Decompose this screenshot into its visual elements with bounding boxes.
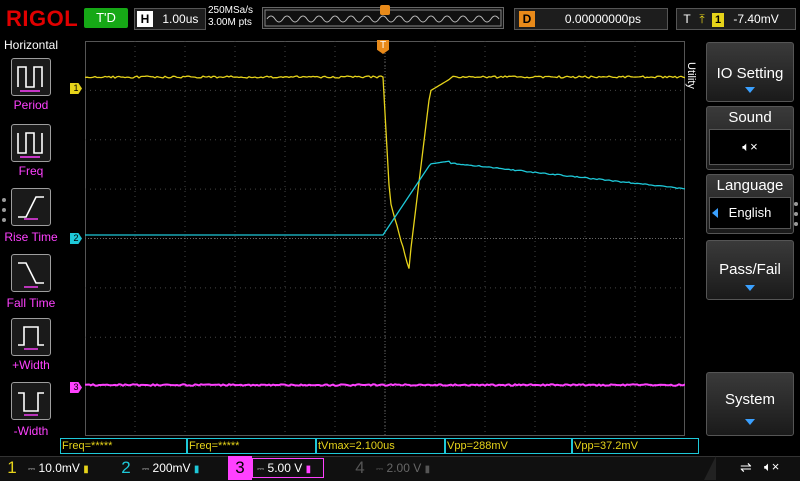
channel-2-scale-value: 200mV xyxy=(153,461,191,475)
channel-2-marker[interactable]: 2 xyxy=(70,233,82,244)
chevron-down-icon xyxy=(745,419,755,425)
io-setting-button[interactable]: IO Setting xyxy=(706,42,794,102)
channel-3-trace xyxy=(85,384,685,385)
channel-4-number[interactable]: 4 xyxy=(348,456,372,480)
trigger-readout[interactable]: T ⤒ 1 -7.40mV xyxy=(676,8,796,30)
channel-1-marker[interactable]: 1 xyxy=(70,83,82,94)
negative-width-icon xyxy=(11,382,51,420)
measure-menu: Horizontal Period Freq Rise Time Fall Ti… xyxy=(0,36,62,456)
dc-coupling-icon: ⎓ xyxy=(376,464,383,474)
measure-negative-width-item[interactable]: -Width xyxy=(0,382,62,444)
fall-time-icon xyxy=(11,254,51,292)
measure-fall-time-label: Fall Time xyxy=(0,296,62,310)
measure-positive-width-label: +Width xyxy=(0,358,62,372)
graticule xyxy=(85,41,685,436)
rising-falling-edge-icon: ⤒ xyxy=(699,12,704,26)
language-label: Language xyxy=(707,177,793,194)
menu-page-indicator xyxy=(794,202,798,206)
trigger-key: T xyxy=(680,9,694,29)
measurement-item[interactable]: tVmax=2.100us xyxy=(316,438,445,454)
acquisition-info: 250MSa/s 3.00M pts xyxy=(208,5,268,29)
channel-3-marker[interactable]: 3 xyxy=(70,382,82,393)
measurement-item[interactable]: Freq=***** xyxy=(60,438,187,454)
menu-page-indicator xyxy=(2,208,6,212)
measure-positive-width-item[interactable]: +Width xyxy=(0,318,62,380)
utility-menu-title: Utility xyxy=(685,62,697,89)
horizontal-key: H xyxy=(137,11,153,27)
measurement-item[interactable]: Vpp=288mV xyxy=(445,438,572,454)
positive-width-icon xyxy=(11,318,51,356)
usb-icon: ⇌ xyxy=(740,459,752,476)
sample-rate: 250MSa/s xyxy=(208,5,268,17)
chevron-down-icon xyxy=(745,285,755,291)
delay-readout[interactable]: D 0.00000000ps xyxy=(514,8,668,30)
channel-4-scale-value: 2.00 V xyxy=(387,461,422,475)
measure-freq-item[interactable]: Freq xyxy=(0,124,62,186)
measure-menu-title: Horizontal xyxy=(2,38,60,52)
pass-fail-button[interactable]: Pass/Fail xyxy=(706,240,794,300)
bandwidth-icon: ▮ xyxy=(306,464,312,475)
dc-coupling-icon: ⎓ xyxy=(257,464,264,474)
memory-waveform-overview[interactable] xyxy=(262,7,504,29)
delay-value: 0.00000000ps xyxy=(565,9,641,29)
dc-coupling-icon: ⎓ xyxy=(28,464,35,474)
channel-2-number[interactable]: 2 xyxy=(114,456,138,480)
timebase-value: 1.00us xyxy=(162,12,198,26)
horizontal-timebase[interactable]: H 1.00us xyxy=(134,8,206,30)
bandwidth-icon: ▮ xyxy=(194,464,200,475)
brand-logo: RIGOL xyxy=(6,6,78,32)
channel-1-scale-value: 10.0mV xyxy=(39,461,80,475)
run-state-badge[interactable]: T'D xyxy=(84,8,128,28)
sound-toggle[interactable]: 🔈︎× xyxy=(709,129,791,165)
overview-trigger-icon xyxy=(380,5,390,15)
sound-label: Sound xyxy=(707,109,793,126)
period-icon xyxy=(11,58,51,96)
language-select[interactable]: English xyxy=(709,197,791,229)
channel-3-scale-value: 5.00 V xyxy=(268,461,303,475)
speaker-muted-icon: 🔈︎× xyxy=(742,139,757,154)
channel-2-trace xyxy=(85,161,685,235)
io-setting-label: IO Setting xyxy=(707,65,793,82)
dc-coupling-icon: ⎓ xyxy=(142,464,149,474)
measure-freq-label: Freq xyxy=(0,164,62,178)
bandwidth-icon: ▮ xyxy=(83,464,89,475)
channel-4-scale[interactable]: ⎓ 2.00 V ▮ xyxy=(372,459,452,477)
sound-button[interactable]: Sound 🔈︎× xyxy=(706,106,794,170)
measure-rise-time-label: Rise Time xyxy=(0,230,62,244)
chevron-down-icon xyxy=(745,87,755,93)
trigger-level: -7.40mV xyxy=(733,12,778,26)
measurement-item[interactable]: Freq=***** xyxy=(187,438,316,454)
menu-page-indicator xyxy=(794,212,798,216)
language-value: English xyxy=(729,205,772,220)
system-button[interactable]: System xyxy=(706,372,794,436)
measure-period-label: Period xyxy=(0,98,62,112)
bandwidth-icon: ▮ xyxy=(425,464,431,475)
channel-1-scale[interactable]: ⎓ 10.0mV ▮ xyxy=(24,459,104,477)
measure-negative-width-label: -Width xyxy=(0,424,62,438)
bar-separator xyxy=(704,456,716,480)
measure-rise-time-item[interactable]: Rise Time xyxy=(0,188,62,250)
speaker-muted-icon: 🔈︎× xyxy=(764,459,779,475)
memory-depth: 3.00M pts xyxy=(208,17,268,29)
pass-fail-label: Pass/Fail xyxy=(707,261,793,278)
menu-page-indicator xyxy=(2,198,6,202)
chevron-left-icon xyxy=(712,208,718,218)
measure-period-item[interactable]: Period xyxy=(0,56,62,118)
measure-fall-time-item[interactable]: Fall Time xyxy=(0,252,62,314)
frequency-icon xyxy=(11,124,51,162)
channel-3-number[interactable]: 3 xyxy=(228,456,252,480)
channel-1-number[interactable]: 1 xyxy=(0,456,24,480)
measurement-item[interactable]: Vpp=37.2mV xyxy=(572,438,699,454)
language-button[interactable]: Language English xyxy=(706,174,794,234)
channel-2-scale[interactable]: ⎓ 200mV ▮ xyxy=(138,459,218,477)
waveform-display[interactable] xyxy=(85,41,685,436)
menu-page-indicator xyxy=(2,218,6,222)
channel-3-scale[interactable]: ⎓ 5.00 V ▮ xyxy=(252,458,324,478)
menu-page-indicator xyxy=(794,222,798,226)
rise-time-icon xyxy=(11,188,51,226)
system-label: System xyxy=(707,391,793,408)
trigger-source: 1 xyxy=(712,13,724,27)
delay-key: D xyxy=(519,11,535,27)
